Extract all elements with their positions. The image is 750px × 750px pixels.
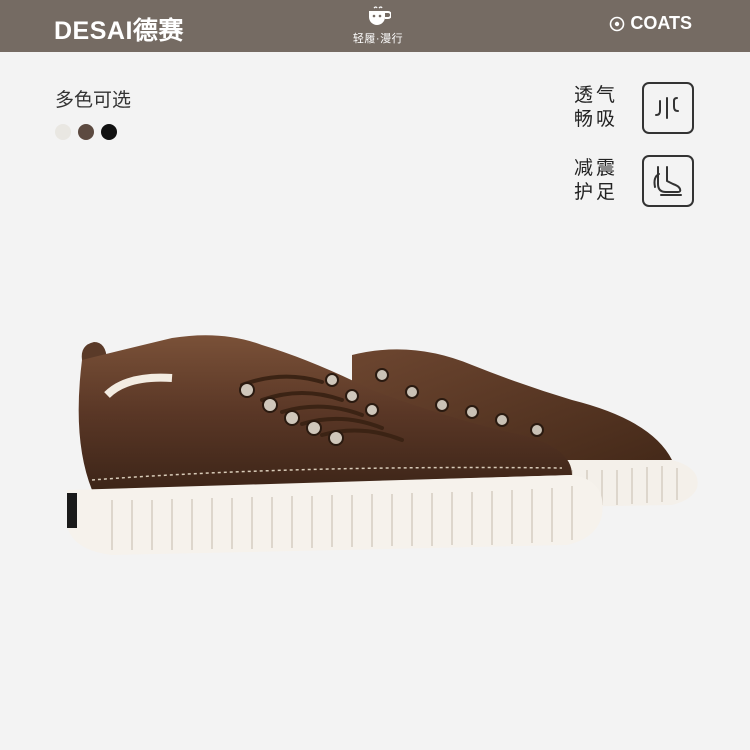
coats-logo-icon bbox=[610, 16, 625, 31]
swatch-black[interactable] bbox=[101, 124, 117, 140]
foot-cushion-icon bbox=[642, 155, 694, 207]
feature-breathable-text: 透气 畅吸 bbox=[574, 85, 619, 130]
partner-name: COATS bbox=[630, 13, 692, 33]
swatch-white[interactable] bbox=[55, 124, 71, 140]
product-page: DESAI德赛 轻履·漫行 COATS 多色可选 透气 畅吸 减震 护足 bbox=[0, 0, 750, 750]
breathable-airflow-icon bbox=[642, 82, 694, 134]
brand-logo: DESAI德赛 bbox=[54, 17, 184, 45]
color-options: 多色可选 bbox=[55, 85, 131, 140]
color-swatches bbox=[55, 124, 131, 140]
color-options-label: 多色可选 bbox=[55, 90, 132, 111]
partner-logo: COATS bbox=[609, 13, 692, 34]
feature-breathable: 透气 畅吸 bbox=[574, 82, 694, 134]
header-bar: DESAI德赛 轻履·漫行 COATS bbox=[0, 0, 750, 52]
product-image bbox=[67, 335, 698, 555]
cup-logo-icon bbox=[369, 6, 391, 25]
swatch-brown[interactable] bbox=[78, 124, 94, 140]
slogan-text: 轻履·漫行 bbox=[352, 33, 404, 45]
feature-cushion-text: 减震 护足 bbox=[574, 158, 619, 203]
slogan-block: 轻履·漫行 bbox=[328, 0, 428, 52]
feature-cushion: 减震 护足 bbox=[574, 155, 694, 207]
front-shoe bbox=[67, 335, 603, 555]
